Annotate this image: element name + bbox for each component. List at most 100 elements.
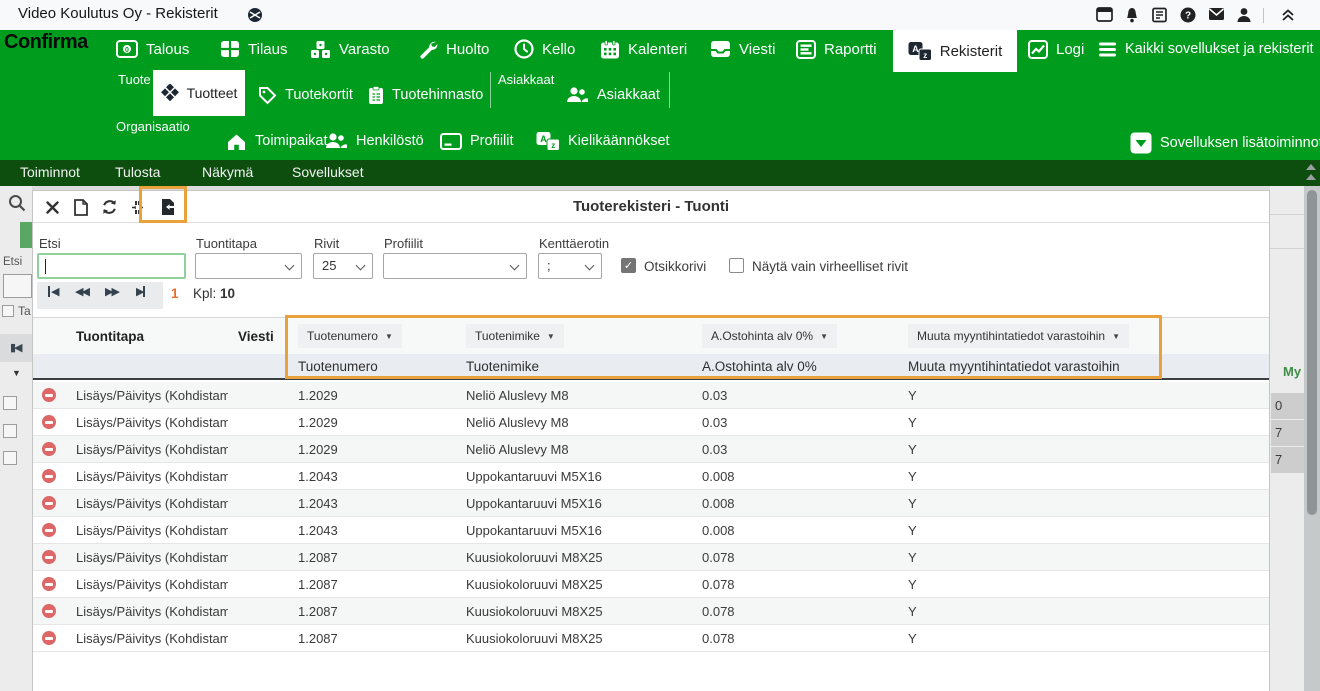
search-icon [8,194,26,212]
detected-header-tuotenumero: Tuotenumero [288,359,456,374]
import-icon[interactable] [157,197,179,217]
pager-prev-button[interactable]: ◀◀ [75,285,88,298]
new-document-icon[interactable] [70,197,92,217]
wrench-icon [418,39,438,59]
nav-item-tilaus[interactable]: Tilaus [220,36,287,62]
mapping-select-muuta-myyntihintatiedot[interactable]: Muuta myyntihintatiedot varastoihin▼ [908,324,1129,348]
title-bar: Video Koulutus Oy - Rekisterit ? [0,0,1320,30]
mapping-select-tuotenimike[interactable]: Tuotenimike▼ [466,324,564,348]
menu-tulosta[interactable]: Tulosta [115,164,160,180]
pager-last-button[interactable]: ▶ [136,285,146,298]
nav-item-logi[interactable]: Logi [1028,36,1084,62]
table-row[interactable]: Lisäys/Päivitys (Kohdistamatta)1.2043Upp… [33,463,1269,490]
profiilit-select[interactable] [383,253,527,279]
nav-item-kello[interactable]: Kello [514,36,575,62]
table-row[interactable]: Lisäys/Päivitys (Kohdistamatta)1.2043Upp… [33,490,1269,517]
nav-item-kielikaannokset[interactable]: Az Kielikäännökset [536,128,670,154]
refresh-icon[interactable] [98,197,120,217]
menu-toiminnot[interactable]: Toiminnot [20,164,80,180]
svg-text:z: z [923,51,927,60]
background-cell: 7 [1271,447,1304,473]
nav-item-viesti[interactable]: Viesti [710,36,775,62]
etsi-label: Etsi [39,236,61,251]
profiilit-label: Profiilit [384,236,423,251]
nav-item-tuotekortit[interactable]: Tuotekortit [258,82,353,108]
app-frame: Video Koulutus Oy - Rekisterit ? Confirm… [0,0,1320,691]
pager-next-button[interactable]: ▶▶ [105,285,118,298]
table-row[interactable]: Lisäys/Päivitys (Kohdistamatta)1.2087Kuu… [33,544,1269,571]
background-pager-fragment: ▮◀ [0,334,32,362]
brand-logo: Confirma [4,31,88,54]
nav-item-rekisterit-selected[interactable]: Az Rekisterit [893,30,1017,72]
tuontitapa-select[interactable] [195,253,302,279]
pager-current-page[interactable]: 1 [171,286,179,301]
table-row[interactable]: Lisäys/Päivitys (Kohdistamatta)1.2029Nel… [33,382,1269,409]
menu-nakyma[interactable]: Näkymä [202,164,253,180]
not-matched-icon [42,469,56,483]
background-cell: 0 [1271,393,1304,419]
otsikkorivi-checkbox[interactable]: ✓ [621,258,636,273]
people-icon [324,132,348,150]
nav-item-varasto[interactable]: Varasto [310,36,390,62]
help-icon[interactable]: ? [1180,7,1197,24]
nav-item-huolto[interactable]: Huolto [418,36,489,62]
table-row[interactable]: Lisäys/Päivitys (Kohdistamatta)1.2029Nel… [33,409,1269,436]
news-icon[interactable] [1152,7,1169,24]
collapse-icon[interactable] [1280,7,1297,24]
nav-item-henkilosto[interactable]: Henkilöstö [324,128,424,154]
detected-header-row: Tuotenumero Tuotenimike A.Ostohinta alv … [33,354,1269,380]
menu-sovellukset[interactable]: Sovellukset [292,164,364,180]
chevron-down-icon [285,261,295,271]
virheelliset-checkbox[interactable] [729,258,744,273]
mapping-select-ostohinta[interactable]: A.Ostohinta alv 0%▼ [702,324,837,348]
kenttaerotin-select[interactable]: ; [538,253,602,279]
table-row[interactable]: Lisäys/Päivitys (Kohdistamatta)1.2087Kuu… [33,571,1269,598]
table-body: Lisäys/Päivitys (Kohdistamatta)1.2029Nel… [33,382,1269,652]
nav-divider [669,72,670,108]
not-matched-icon [42,577,56,591]
mail-icon[interactable] [1208,7,1225,24]
user-icon[interactable] [1236,7,1253,24]
table-row[interactable]: Lisäys/Päivitys (Kohdistamatta)1.2087Kuu… [33,625,1269,652]
menu-icon [1098,41,1117,57]
nav-item-kaikki-sovellukset[interactable]: Kaikki sovellukset ja rekisterit [1098,36,1314,62]
nav-item-talous[interactable]: 0 Talous [116,36,189,62]
nav-item-tuotehinnasto[interactable]: Tuotehinnasto [368,82,483,108]
background-checkbox [3,424,17,438]
bell-icon[interactable] [1124,7,1141,24]
scrollbar-thumb[interactable] [1307,190,1317,515]
not-matched-icon [42,388,56,402]
nav-item-raportti[interactable]: Raportti [796,36,877,62]
table-row[interactable]: Lisäys/Päivitys (Kohdistamatta)1.2029Nel… [33,436,1269,463]
background-checkbox-label: Ta [18,304,31,318]
not-matched-icon [42,550,56,564]
not-matched-icon [42,442,56,456]
background-checkbox [3,451,17,465]
group-label-asiakkaat: Asiakkaat [498,72,554,87]
nav-item-profiilit[interactable]: Profiilit [440,128,514,154]
window-icon[interactable] [1096,7,1113,24]
pager-first-icon: ▮◀ [10,341,21,354]
fit-columns-icon[interactable] [126,197,148,217]
table-row[interactable]: Lisäys/Päivitys (Kohdistamatta)1.2043Upp… [33,517,1269,544]
nav-item-tuotteet-selected[interactable]: Tuotteet [153,70,245,116]
rivit-select[interactable]: 25 [313,253,373,279]
clock-icon [514,39,534,59]
search-input[interactable] [37,253,186,279]
nav-item-kalenteri[interactable]: Kalenteri [600,36,687,62]
table-row[interactable]: Lisäys/Päivitys (Kohdistamatta)1.2087Kuu… [33,598,1269,625]
group-label-tuote: Tuote [118,72,151,87]
scroll-up-icon[interactable] [1306,174,1316,180]
close-icon[interactable] [41,197,63,217]
dialog-title: Tuoterekisteri - Tuonti [33,198,1269,215]
pager-first-button[interactable]: ◀ [47,285,57,298]
not-matched-icon [42,604,56,618]
nav-item-toimipaikat[interactable]: Toimipaikat [226,128,328,154]
background-checkbox [3,396,17,410]
scroll-up-icon[interactable] [1306,164,1316,170]
dialog-header: Tuoterekisteri - Tuonti [33,191,1269,223]
app-extra-actions-button[interactable]: Sovelluksen lisätoiminnot [1130,130,1320,156]
nav-item-asiakkaat[interactable]: Asiakkaat [565,82,660,108]
mapping-select-tuotenumero[interactable]: Tuotenumero▼ [298,324,402,348]
inbox-icon [710,40,731,58]
